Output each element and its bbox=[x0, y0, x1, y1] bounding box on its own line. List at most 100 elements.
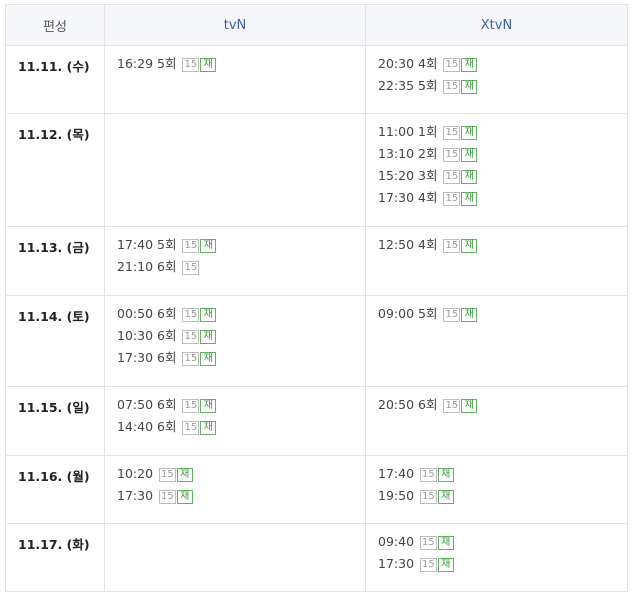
slot-time: 17:40 bbox=[378, 466, 415, 481]
schedule-slot: 09:40 15 재 bbox=[378, 531, 627, 553]
age-rating-badge: 15 bbox=[159, 490, 176, 504]
slot-episode: 6회 bbox=[157, 328, 177, 343]
tvn-slots bbox=[104, 113, 366, 227]
rerun-badge: 재 bbox=[437, 468, 454, 482]
schedule-slot: 19:50 15 재 bbox=[378, 485, 627, 507]
slot-episode: 4회 bbox=[418, 190, 438, 205]
schedule-slot: 07:50 6회 15 재 bbox=[117, 394, 365, 416]
row-date: 11.12. (목) bbox=[5, 113, 105, 227]
slot-time: 11:00 bbox=[378, 124, 415, 139]
rerun-badge: 재 bbox=[200, 308, 217, 322]
slot-episode: 6회 bbox=[157, 306, 177, 321]
slot-time: 09:40 bbox=[378, 534, 415, 549]
rerun-badge: 재 bbox=[200, 421, 217, 435]
schedule-slot: 17:40 15 재 bbox=[378, 463, 627, 485]
table-row: 11.11. (수) 16:29 5회 15 재 20:30 4회 15 재 22:3… bbox=[5, 45, 628, 114]
age-rating-badge: 15 bbox=[182, 399, 200, 413]
table-row: 11.17. (화) 09:40 15 재 17:30 15 재 bbox=[5, 523, 628, 592]
rerun-badge: 재 bbox=[461, 308, 478, 322]
table-row: 11.13. (금) 17:40 5회 15 재 21:10 6회 15 12:50… bbox=[5, 226, 628, 296]
slot-time: 17:30 bbox=[378, 556, 415, 571]
schedule-slot: 20:30 4회 15 재 bbox=[378, 53, 627, 75]
age-rating-badge: 15 bbox=[182, 239, 200, 253]
schedule-table-container: 편성 tvN XtvN 11.11. (수) 16:29 5회 15 재 20:3… bbox=[5, 4, 628, 592]
schedule-slot: 09:00 5회 15 재 bbox=[378, 303, 627, 325]
row-date: 11.14. (토) bbox=[5, 295, 105, 387]
slot-time: 15:20 bbox=[378, 168, 415, 183]
schedule-slot: 17:30 4회 15 재 bbox=[378, 187, 627, 209]
slot-time: 00:50 bbox=[117, 306, 154, 321]
xtvn-slots: 20:30 4회 15 재 22:35 5회 15 재 bbox=[365, 45, 628, 114]
table-row: 11.12. (목) 11:00 1회 15 재 13:10 2회 15 재 15:20… bbox=[5, 113, 628, 227]
schedule-slot: 13:10 2회 15 재 bbox=[378, 143, 627, 165]
age-rating-badge: 15 bbox=[443, 58, 461, 72]
rerun-badge: 재 bbox=[200, 352, 217, 366]
row-date: 11.13. (금) bbox=[5, 226, 105, 296]
header-schedule: 편성 bbox=[5, 4, 105, 46]
tvn-slots: 07:50 6회 15 재 14:40 6회 15 재 bbox=[104, 386, 366, 456]
slot-episode: 5회 bbox=[418, 78, 438, 93]
slot-episode: 3회 bbox=[418, 168, 438, 183]
slot-episode: 2회 bbox=[418, 146, 438, 161]
xtvn-slots: 17:40 15 재 19:50 15 재 bbox=[365, 455, 628, 524]
schedule-slot: 22:35 5회 15 재 bbox=[378, 75, 627, 97]
schedule-slot: 15:20 3회 15 재 bbox=[378, 165, 627, 187]
age-rating-badge: 15 bbox=[443, 126, 461, 140]
table-header-row: 편성 tvN XtvN bbox=[5, 4, 628, 46]
table-row: 11.14. (토) 00:50 6회 15 재 10:30 6회 15 재 17:30… bbox=[5, 295, 628, 387]
broadcast-schedule-table: 편성 tvN XtvN 11.11. (수) 16:29 5회 15 재 20:3… bbox=[5, 4, 628, 592]
age-rating-badge: 15 bbox=[443, 80, 461, 94]
slot-time: 20:50 bbox=[378, 397, 415, 412]
row-date: 11.11. (수) bbox=[5, 45, 105, 114]
age-rating-badge: 15 bbox=[159, 468, 176, 482]
slot-time: 17:30 bbox=[378, 190, 415, 205]
rerun-badge: 재 bbox=[461, 148, 478, 162]
schedule-slot: 17:40 5회 15 재 bbox=[117, 234, 365, 256]
slot-time: 09:00 bbox=[378, 306, 415, 321]
age-rating-badge: 15 bbox=[443, 308, 461, 322]
rerun-badge: 재 bbox=[461, 58, 478, 72]
age-rating-badge: 15 bbox=[182, 421, 200, 435]
age-rating-badge: 15 bbox=[443, 399, 461, 413]
schedule-slot: 17:30 15 재 bbox=[378, 553, 627, 575]
header-tvn: tvN bbox=[104, 4, 366, 46]
xtvn-slots: 09:00 5회 15 재 bbox=[365, 295, 628, 387]
rerun-badge: 재 bbox=[200, 58, 217, 72]
slot-episode: 6회 bbox=[157, 259, 177, 274]
table-row: 11.16. (월) 10:20 15 재 17:30 15 재 17:40 15 재 1… bbox=[5, 455, 628, 524]
slot-time: 16:29 bbox=[117, 56, 154, 71]
slot-time: 17:30 bbox=[117, 350, 154, 365]
slot-episode: 6회 bbox=[157, 397, 177, 412]
age-rating-badge: 15 bbox=[182, 261, 200, 275]
schedule-slot: 16:29 5회 15 재 bbox=[117, 53, 365, 75]
schedule-slot: 10:20 15 재 bbox=[117, 463, 365, 485]
rerun-badge: 재 bbox=[176, 490, 193, 504]
age-rating-badge: 15 bbox=[420, 490, 437, 504]
tvn-slots: 10:20 15 재 17:30 15 재 bbox=[104, 455, 366, 524]
slot-episode: 5회 bbox=[418, 306, 438, 321]
rerun-badge: 재 bbox=[461, 239, 478, 253]
slot-time: 22:35 bbox=[378, 78, 415, 93]
rerun-badge: 재 bbox=[200, 330, 217, 344]
slot-episode: 6회 bbox=[157, 419, 177, 434]
age-rating-badge: 15 bbox=[182, 308, 200, 322]
slot-time: 17:30 bbox=[117, 488, 154, 503]
age-rating-badge: 15 bbox=[443, 239, 461, 253]
schedule-slot: 17:30 15 재 bbox=[117, 485, 365, 507]
row-date: 11.16. (월) bbox=[5, 455, 105, 524]
schedule-slot: 17:30 6회 15 재 bbox=[117, 347, 365, 369]
slot-time: 19:50 bbox=[378, 488, 415, 503]
rerun-badge: 재 bbox=[461, 170, 478, 184]
rerun-badge: 재 bbox=[200, 399, 217, 413]
row-date: 11.17. (화) bbox=[5, 523, 105, 592]
xtvn-slots: 20:50 6회 15 재 bbox=[365, 386, 628, 456]
rerun-badge: 재 bbox=[461, 126, 478, 140]
rerun-badge: 재 bbox=[461, 80, 478, 94]
slot-time: 21:10 bbox=[117, 259, 154, 274]
rerun-badge: 재 bbox=[200, 239, 217, 253]
row-date: 11.15. (일) bbox=[5, 386, 105, 456]
tvn-slots bbox=[104, 523, 366, 592]
header-xtvn: XtvN bbox=[365, 4, 628, 46]
age-rating-badge: 15 bbox=[182, 58, 200, 72]
schedule-slot: 00:50 6회 15 재 bbox=[117, 303, 365, 325]
